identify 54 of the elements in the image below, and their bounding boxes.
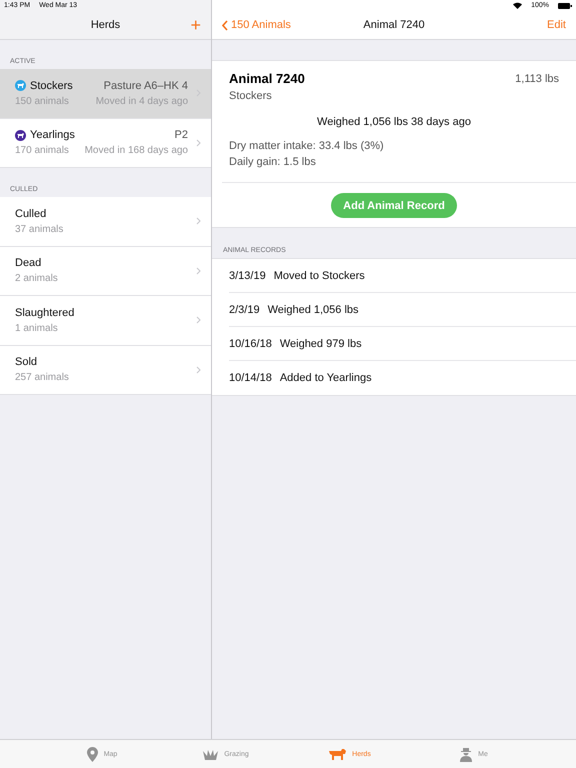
weighed-text: Weighed 1,056 lbs 38 days ago [317, 116, 471, 128]
herd-name: Dead [15, 257, 42, 270]
herd-name: Stockers [15, 80, 73, 92]
herd-name: Yearlings [15, 129, 75, 142]
herd-location: P2 [174, 129, 188, 142]
stat-text: Dry matter intake: 33.4 lbs (3%) [229, 140, 385, 152]
chevron-left-icon [222, 20, 228, 30]
record-date: 3/13/19 [229, 270, 266, 282]
herd-row[interactable]: Stockers Pasture A6–HK 4 150 animals Moved in 4 days ago [0, 69, 211, 118]
herd-row[interactable]: Culled 37 animals [0, 197, 211, 246]
record-text: Moved to Stockers [274, 270, 365, 282]
herd-count: 1 animals [15, 322, 58, 334]
map-pin-icon [86, 746, 98, 762]
animal-herd: Stockers [229, 90, 273, 102]
record-text: Weighed 979 lbs [280, 338, 362, 350]
stat-text: Daily gain: 1.5 lbs [229, 156, 317, 168]
record-date: 10/14/18 [229, 372, 272, 384]
herd-count: 37 animals [15, 224, 64, 235]
record-date: 2/3/19 [229, 304, 260, 316]
record-date: 10/16/18 [229, 338, 272, 350]
record-text: Added to Yearlings [280, 372, 372, 384]
herd-row[interactable]: Sold 257 animals [0, 346, 211, 395]
chevron-right-icon [196, 217, 201, 226]
chevron-right-icon [196, 266, 201, 275]
cow-icon [329, 748, 346, 760]
herd-name: Slaughtered [15, 306, 74, 319]
herd-count: 257 animals [15, 372, 69, 384]
grass-icon [203, 748, 218, 760]
add-button[interactable]: + [190, 16, 201, 34]
animal-name: Animal 7240 [229, 71, 305, 86]
chevron-right-icon [196, 366, 201, 374]
herd-row[interactable]: Slaughtered 1 animals [0, 296, 211, 346]
back-button[interactable]: 150 Animals [222, 19, 291, 31]
chevron-right-icon [196, 138, 201, 147]
herd-count: 2 animals [15, 273, 58, 284]
person-icon [460, 746, 472, 762]
wifi-icon [513, 2, 522, 9]
sidebar-title: Herds [90, 19, 120, 31]
battery-icon [558, 2, 572, 8]
herd-row[interactable]: Yearlings P2 170 animals Moved in 168 days ago [0, 118, 211, 168]
detail-title: Animal 7240 [363, 19, 425, 31]
record-text: Weighed 1,056 lbs [268, 304, 359, 316]
herd-moved: Moved in 4 days ago [96, 96, 188, 107]
herd-count: 150 animals [15, 96, 69, 107]
animal-weight: 1,113 lbs [515, 72, 559, 84]
herd-location: Pasture A6–HK 4 [104, 80, 188, 92]
add-record-button[interactable]: Add Animal Record [331, 193, 457, 218]
herd-count: 170 animals [15, 145, 69, 156]
herd-name: Culled [15, 208, 46, 220]
herd-name: Sold [15, 356, 38, 368]
chevron-right-icon [196, 316, 201, 324]
edit-button[interactable]: Edit [547, 19, 566, 31]
herd-moved: Moved in 168 days ago [84, 145, 188, 156]
herd-row[interactable]: Dead 2 animals [0, 246, 211, 296]
